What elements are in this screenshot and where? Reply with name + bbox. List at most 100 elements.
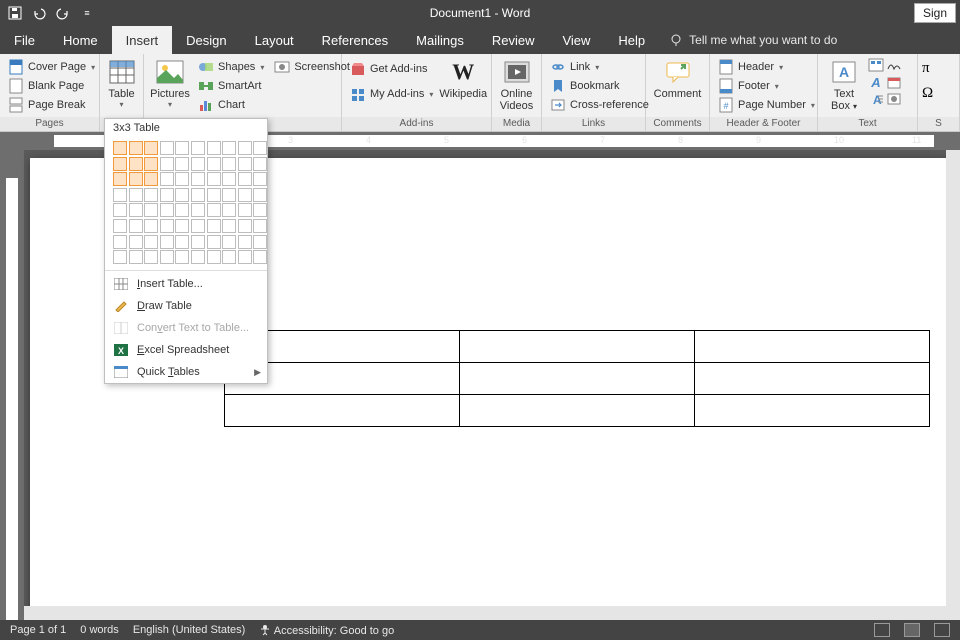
tab-review[interactable]: Review [478, 26, 549, 54]
grid-cell[interactable] [144, 188, 158, 202]
grid-cell[interactable] [222, 157, 236, 171]
footer-button[interactable]: Footer [714, 77, 819, 95]
vertical-scrollbar[interactable] [946, 150, 960, 606]
draw-table-menuitem[interactable]: Draw Table [105, 295, 267, 317]
document-table[interactable] [224, 330, 930, 427]
grid-cell[interactable] [207, 188, 221, 202]
wikipedia-button[interactable]: W Wikipedia [439, 56, 487, 102]
grid-cell[interactable] [144, 235, 158, 249]
grid-cell[interactable] [207, 219, 221, 233]
grid-cell[interactable] [144, 250, 158, 264]
grid-cell[interactable] [175, 250, 189, 264]
text-box-button[interactable]: A TextBox ▾ [822, 56, 866, 114]
grid-cell[interactable] [191, 188, 205, 202]
read-mode-icon[interactable] [874, 623, 890, 637]
page-break-button[interactable]: Page Break [4, 96, 99, 114]
grid-cell[interactable] [113, 141, 127, 155]
grid-cell[interactable] [113, 235, 127, 249]
signature-icon[interactable] [886, 58, 902, 72]
status-words[interactable]: 0 words [80, 624, 119, 636]
excel-spreadsheet-menuitem[interactable]: X Excel Spreadsheet [105, 339, 267, 361]
drop-cap-icon[interactable]: A [868, 92, 884, 106]
grid-cell[interactable] [207, 235, 221, 249]
page-number-button[interactable]: # Page Number [714, 96, 819, 114]
grid-cell[interactable] [129, 203, 143, 217]
table-grid-picker[interactable] [105, 137, 267, 268]
table-button[interactable]: Table ▾ [100, 56, 144, 111]
grid-cell[interactable] [144, 172, 158, 186]
grid-cell[interactable] [253, 172, 267, 186]
grid-cell[interactable] [191, 172, 205, 186]
grid-cell[interactable] [191, 219, 205, 233]
tab-layout[interactable]: Layout [241, 26, 308, 54]
grid-cell[interactable] [113, 250, 127, 264]
status-language[interactable]: English (United States) [133, 624, 246, 636]
tab-design[interactable]: Design [172, 26, 240, 54]
grid-cell[interactable] [175, 157, 189, 171]
grid-cell[interactable] [129, 250, 143, 264]
web-layout-icon[interactable] [934, 623, 950, 637]
save-icon[interactable] [6, 4, 24, 22]
pictures-button[interactable]: Pictures ▾ [148, 56, 192, 111]
grid-cell[interactable] [222, 172, 236, 186]
grid-cell[interactable] [238, 203, 252, 217]
grid-cell[interactable] [113, 172, 127, 186]
grid-cell[interactable] [191, 203, 205, 217]
status-page[interactable]: Page 1 of 1 [10, 624, 66, 636]
grid-cell[interactable] [253, 141, 267, 155]
grid-cell[interactable] [238, 172, 252, 186]
grid-cell[interactable] [191, 250, 205, 264]
grid-cell[interactable] [113, 203, 127, 217]
bookmark-button[interactable]: Bookmark [546, 77, 653, 95]
grid-cell[interactable] [175, 235, 189, 249]
grid-cell[interactable] [222, 141, 236, 155]
undo-icon[interactable] [30, 4, 48, 22]
grid-cell[interactable] [160, 141, 174, 155]
table-cell[interactable] [695, 395, 930, 427]
table-cell[interactable] [695, 363, 930, 395]
equation-icon[interactable]: π [922, 60, 933, 77]
grid-cell[interactable] [160, 235, 174, 249]
comment-button[interactable]: Comment [650, 56, 705, 102]
grid-cell[interactable] [253, 235, 267, 249]
grid-cell[interactable] [238, 157, 252, 171]
redo-icon[interactable] [54, 4, 72, 22]
table-cell[interactable] [460, 395, 695, 427]
grid-cell[interactable] [113, 219, 127, 233]
grid-cell[interactable] [113, 157, 127, 171]
grid-cell[interactable] [160, 250, 174, 264]
grid-cell[interactable] [222, 235, 236, 249]
smartart-button[interactable]: SmartArt [194, 77, 268, 95]
grid-cell[interactable] [253, 250, 267, 264]
blank-page-button[interactable]: Blank Page [4, 77, 99, 95]
grid-cell[interactable] [144, 203, 158, 217]
insert-table-menuitem[interactable]: Insert Table... [105, 273, 267, 295]
shapes-button[interactable]: Shapes [194, 58, 268, 76]
cross-reference-button[interactable]: Cross-reference [546, 96, 653, 114]
grid-cell[interactable] [160, 157, 174, 171]
tell-me[interactable]: Tell me what you want to do [659, 26, 837, 54]
tab-home[interactable]: Home [49, 26, 112, 54]
status-accessibility[interactable]: Accessibility: Good to go [259, 624, 394, 637]
grid-cell[interactable] [129, 188, 143, 202]
grid-cell[interactable] [191, 157, 205, 171]
grid-cell[interactable] [238, 235, 252, 249]
grid-cell[interactable] [144, 219, 158, 233]
tab-file[interactable]: File [0, 26, 49, 54]
grid-cell[interactable] [129, 141, 143, 155]
grid-cell[interactable] [222, 219, 236, 233]
tab-mailings[interactable]: Mailings [402, 26, 478, 54]
grid-cell[interactable] [191, 141, 205, 155]
date-time-icon[interactable] [886, 75, 902, 89]
grid-cell[interactable] [113, 188, 127, 202]
tab-view[interactable]: View [548, 26, 604, 54]
quick-parts-icon[interactable] [868, 58, 884, 72]
qat-customize-icon[interactable]: ≡ [78, 4, 96, 22]
grid-cell[interactable] [238, 188, 252, 202]
horizontal-scrollbar[interactable] [24, 606, 960, 620]
vertical-ruler[interactable] [0, 150, 24, 620]
grid-cell[interactable] [160, 219, 174, 233]
grid-cell[interactable] [238, 219, 252, 233]
grid-cell[interactable] [175, 203, 189, 217]
object-icon[interactable] [886, 92, 902, 106]
